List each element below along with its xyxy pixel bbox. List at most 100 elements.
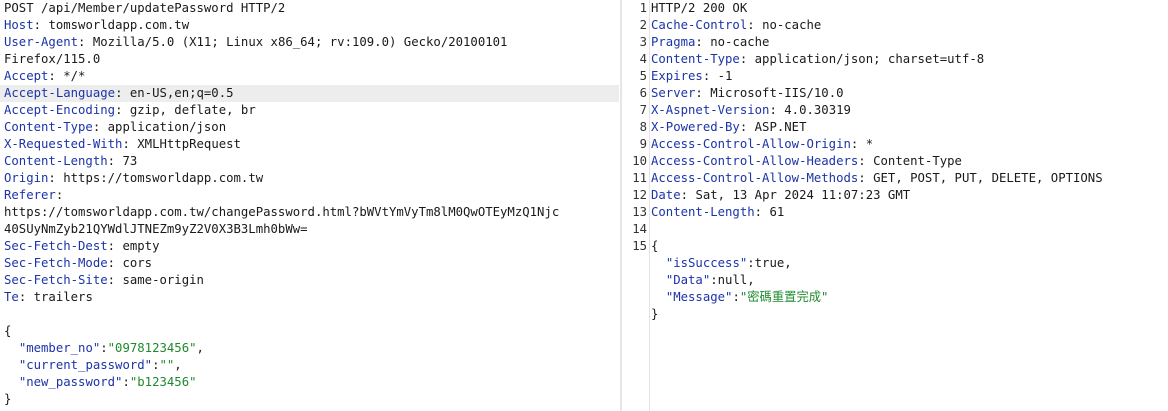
response-line: 14 [625,221,1168,238]
line-number: 1 [639,1,647,15]
request-header-line: Accept-Language: en-US,en;q=0.5 [0,85,619,102]
header-name: Content-Type [651,52,740,66]
response-line: 15 { [625,238,1168,255]
response-line: 12 Date: Sat, 13 Apr 2024 11:07:23 GMT [625,187,1168,204]
line-content: Pragma: no-cache [651,35,770,49]
response-pane[interactable]: 1 HTTP/2 200 OK 2 Cache-Control: no-cache 3 P… [625,0,1168,411]
request-header-line: Sec-Fetch-Mode: cors [4,256,153,270]
header-value: 73 [122,154,138,168]
line-content: Access-Control-Allow-Methods: GET, POST,… [651,171,1103,185]
json-literal-value: true [754,256,785,270]
line-number: 6 [639,86,647,100]
json-key: "member_no" [18,341,101,355]
request-header-line: Referer: [4,188,71,202]
header-name: User-Agent [4,35,79,49]
line-number: 8 [639,120,647,134]
request-header-line: Sec-Fetch-Dest: empty [4,239,160,253]
request-header-line: Te: trailers [4,290,93,304]
response-line: 6 Server: Microsoft-IIS/10.0 [625,85,1168,102]
header-value: cors [122,256,153,270]
header-name: Host [4,18,34,32]
header-value: trailers [33,290,93,304]
response-line: 4 Content-Type: application/json; charset… [625,51,1168,68]
line-content: Access-Control-Allow-Origin: * [651,137,874,151]
request-header-line: Accept: */* [4,69,86,83]
header-name: Sec-Fetch-Mode [4,256,108,270]
response-line: } [625,306,1168,323]
response-line: "isSuccess":true, [625,255,1168,272]
header-name: Access-Control-Allow-Headers [651,154,859,168]
line-content: Expires: -1 [651,69,733,83]
header-name: Server [651,86,696,100]
pane-divider[interactable] [620,0,622,411]
header-name: Sec-Fetch-Site [4,273,108,287]
json-punct: , [747,273,755,287]
header-value: 61 [769,205,785,219]
header-value: same-origin [122,273,204,287]
json-key: "new_password" [18,375,123,389]
request-header-line: Host: tomsworldapp.com.tw [4,18,190,32]
header-value: https://tomsworldapp.com.tw [63,171,264,185]
header-value-continued: Firefox/115.0 [4,52,101,66]
json-field: "new_password":"b123456" [18,375,197,389]
header-value-continued: 40SUyNmZyb21QYWdlJTNEZm9yZ2V0X3B3Lmh0bWw… [4,222,308,236]
header-value: Microsoft-IIS/10.0 [710,86,844,100]
header-value: Content-Type [873,154,962,168]
header-value: no-cache [710,35,770,49]
request-line: POST /api/Member/updatePassword HTTP/2 [4,1,286,15]
response-line: 8 X-Powered-By: ASP.NET [625,119,1168,136]
header-name: Origin [4,171,49,185]
header-name: Content-Length [651,205,755,219]
line-number: 10 [632,154,647,168]
json-string-value: "" [159,358,175,372]
line-number: 11 [632,171,647,185]
line-number: 14 [632,222,647,236]
line-content: Cache-Control: no-cache [651,18,822,32]
json-field: "current_password":"", [18,358,182,372]
header-value: no-cache [762,18,822,32]
header-value: Mozilla/5.0 (X11; Linux x86_64; rv:109.0… [92,35,508,49]
json-key: "Data" [665,273,711,287]
line-content: Server: Microsoft-IIS/10.0 [651,86,844,100]
header-name: Accept-Encoding [4,103,116,117]
line-number: 7 [639,103,647,117]
header-value: application/json [107,120,227,134]
line-content: Content-Length: 61 [651,205,785,219]
response-line: 9 Access-Control-Allow-Origin: * [625,136,1168,153]
header-value: * [865,137,874,151]
header-value: ASP.NET [754,120,807,134]
request-header-line: User-Agent: Mozilla/5.0 (X11; Linux x86_… [4,35,508,49]
response-line: 11 Access-Control-Allow-Methods: GET, POS… [625,170,1168,187]
line-content: HTTP/2 200 OK [651,1,748,15]
request-header-line: Content-Length: 73 [4,154,138,168]
request-header-line: X-Requested-With: XMLHttpRequest [4,137,241,151]
header-name: X-Aspnet-Version [651,103,770,117]
json-field: "member_no":"0978123456", [18,341,204,355]
json-string-value: "b123456" [129,375,197,389]
header-value: en-US,en;q=0.5 [129,86,234,100]
line-number: 4 [639,52,647,66]
header-value: 4.0.30319 [784,103,851,117]
response-line: 10 Access-Control-Allow-Headers: Content-… [625,153,1168,170]
header-name: Access-Control-Allow-Methods [651,171,859,185]
header-name: Accept [4,69,49,83]
request-pane[interactable]: POST /api/Member/updatePassword HTTP/2 Ho… [0,0,619,411]
header-name: Content-Length [4,154,108,168]
header-value: empty [122,239,160,253]
header-name: Sec-Fetch-Dest [4,239,108,253]
json-punct: , [196,341,204,355]
response-line: "Message":"密碼重置完成" [625,289,1168,306]
header-value: -1 [717,69,733,83]
response-line: 1 HTTP/2 200 OK [625,0,1168,17]
json-key: "Message" [665,290,733,304]
json-punct: , [784,256,792,270]
line-number: 2 [639,18,647,32]
line-content: Content-Type: application/json; charset=… [651,52,985,66]
request-header-line: Origin: https://tomsworldapp.com.tw [4,171,264,185]
response-line: 3 Pragma: no-cache [625,34,1168,51]
line-number: 13 [632,205,647,219]
line-content: Date: Sat, 13 Apr 2024 11:07:23 GMT [651,188,911,202]
header-name: X-Requested-With [4,137,123,151]
json-field: "isSuccess":true, [665,256,792,270]
